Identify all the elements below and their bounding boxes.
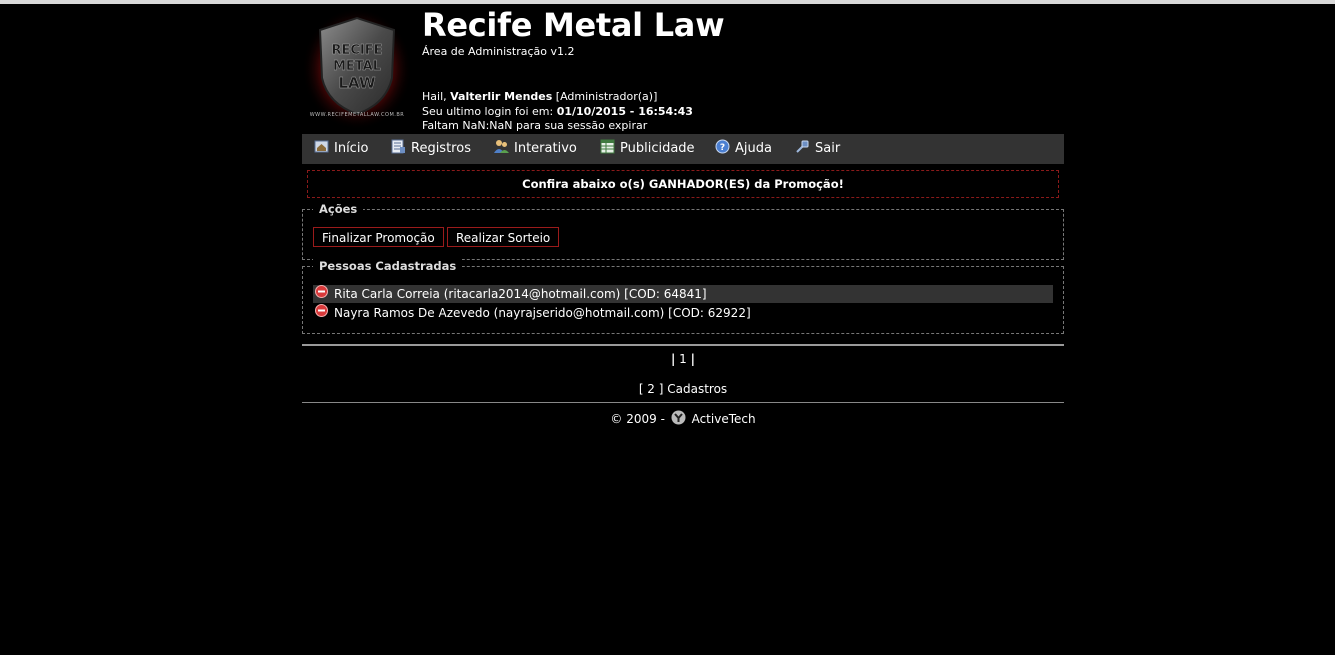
greeting: Hail,: [422, 90, 447, 103]
menu-label: Início: [334, 141, 369, 156]
list-item: Rita Carla Correia (ritacarla2014@hotmai…: [313, 285, 1053, 303]
menu-label: Sair: [815, 141, 841, 156]
divider: [302, 402, 1064, 403]
help-icon: ?: [715, 139, 730, 154]
record-count: [ 2 ] Cadastros: [638, 382, 728, 396]
draw-button[interactable]: Realizar Sorteio: [447, 227, 560, 247]
page-container: RECIFE METAL LAW WWW.RECIFEMETALLAW.COM.…: [302, 4, 1064, 426]
page-link-1[interactable]: 1: [679, 352, 687, 366]
pager-suffix: |: [690, 352, 696, 366]
list-item: Nayra Ramos De Azevedo (nayrajserido@hot…: [313, 304, 1053, 322]
menu-label: Publicidade: [620, 141, 695, 156]
activetech-logo-icon: [671, 410, 686, 425]
menu-label: Interativo: [514, 141, 577, 156]
users-icon: [494, 140, 509, 153]
people-fieldset: Pessoas Cadastradas Rita Carla Correia (…: [302, 259, 1064, 334]
admin-subtitle: Área de Administração v1.2: [422, 45, 575, 58]
last-login-value: 01/10/2015 - 16:54:43: [556, 104, 693, 118]
user-name: Valterlir Mendes: [450, 90, 553, 103]
person-entry: Rita Carla Correia (ritacarla2014@hotmai…: [334, 287, 707, 301]
user-info: Hail, Valterlir Mendes [Administrador(a)…: [422, 90, 693, 134]
actions-fieldset: Ações Finalizar Promoção Realizar Sortei…: [302, 202, 1064, 260]
svg-text:?: ?: [720, 143, 725, 153]
copyright: © 2009 -: [610, 412, 665, 426]
footer-brand: ActiveTech: [691, 412, 756, 426]
footer: © 2009 - ActiveTech: [302, 410, 1064, 426]
svg-text:METAL: METAL: [333, 59, 381, 74]
header: RECIFE METAL LAW WWW.RECIFEMETALLAW.COM.…: [302, 4, 1064, 134]
svg-text:RECIFE: RECIFE: [331, 43, 382, 58]
site-title: Recife Metal Law: [422, 6, 725, 44]
last-login-label: Seu ultimo login foi em:: [422, 104, 554, 118]
remove-icon[interactable]: [315, 285, 328, 298]
logo-url-text: WWW.RECIFEMETALLAW.COM.BR: [309, 112, 405, 118]
divider: [302, 344, 1064, 346]
session-timer: Faltam NaN:NaN para sua sessão expirar: [422, 119, 648, 132]
winners-notice: Confira abaixo o(s) GANHADOR(ES) da Prom…: [307, 170, 1059, 198]
actions-legend: Ações: [313, 202, 364, 216]
pager-prefix: |: [670, 352, 676, 366]
home-icon: [314, 140, 329, 153]
people-legend: Pessoas Cadastradas: [313, 259, 463, 273]
person-entry: Nayra Ramos De Azevedo (nayrajserido@hot…: [334, 306, 751, 320]
records-icon: [391, 139, 405, 154]
main-menu: Início Registros Interativo Publicidade …: [302, 134, 1064, 164]
menu-label: Registros: [411, 141, 471, 156]
exit-icon: [796, 140, 809, 153]
menu-label: Ajuda: [735, 141, 772, 156]
pagination: | 1 |: [302, 352, 1064, 366]
svg-text:LAW: LAW: [338, 74, 375, 92]
user-role: [Administrador(a)]: [555, 90, 658, 103]
finalize-promotion-button[interactable]: Finalizar Promoção: [313, 227, 444, 247]
table-icon: [600, 139, 615, 154]
remove-icon[interactable]: [315, 304, 328, 317]
